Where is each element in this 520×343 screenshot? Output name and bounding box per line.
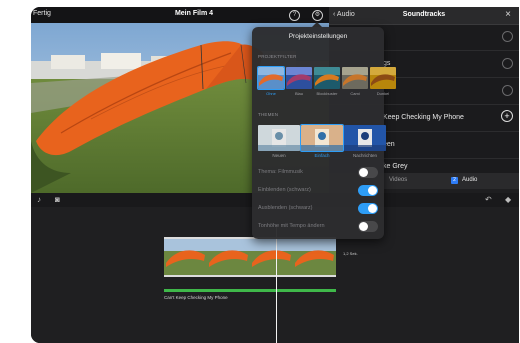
- close-icon[interactable]: ×: [505, 9, 511, 20]
- filter-label: Blockbuster: [316, 91, 338, 96]
- setting-row: Ausblenden (schwarz): [258, 201, 378, 217]
- clip-thumbnail: [164, 239, 207, 275]
- soundtracks-header: ‹ Audio Soundtracks ×: [329, 7, 519, 25]
- setting-row: Einblenden (schwarz): [258, 183, 378, 199]
- clip-duration: 1,2 Sek.: [343, 251, 358, 256]
- chevron-left-icon: ‹: [333, 11, 336, 18]
- theme-label: Einfach: [314, 153, 330, 158]
- ipad-screen: Fertig Mein Film 4 ? ⚙ ‹ Audio Soundtrac…: [31, 7, 519, 343]
- playhead[interactable]: [276, 225, 277, 343]
- setting-toggle[interactable]: [358, 185, 378, 196]
- toggle-knob: [359, 168, 368, 177]
- setting-label: Ausblenden (schwarz): [258, 205, 313, 211]
- soundtrack-title: gs: [383, 60, 391, 67]
- soundtracks-title: Soundtracks: [402, 11, 446, 18]
- tab-audio[interactable]: Audio: [462, 177, 477, 183]
- theme-option[interactable]: [300, 124, 344, 152]
- toggle-knob: [368, 186, 377, 195]
- filter-label: Blau: [294, 91, 303, 96]
- filters-section-label: PROJEKTFILTER: [258, 54, 297, 59]
- soundtrack-title: ke Grey: [383, 163, 408, 170]
- add-circle-icon[interactable]: +: [501, 110, 513, 122]
- camera-icon[interactable]: ◙: [55, 195, 60, 204]
- download-icon[interactable]: [502, 58, 513, 69]
- setting-toggle[interactable]: [358, 221, 378, 232]
- toggle-knob: [368, 204, 377, 213]
- setting-row: Thema: Filmmusik: [258, 165, 378, 181]
- filter-option[interactable]: [370, 67, 396, 89]
- filter-option[interactable]: [342, 67, 368, 89]
- themes-section-label: THEMEN: [258, 112, 279, 117]
- back-label: Audio: [336, 11, 355, 18]
- filter-option[interactable]: [257, 66, 285, 90]
- clip-thumbnail: [250, 239, 293, 275]
- setting-row: Tonhöhe mit Tempo ändern: [258, 219, 378, 235]
- filter-label: Ohne: [266, 91, 276, 96]
- download-icon[interactable]: [502, 31, 513, 42]
- filter-option[interactable]: [314, 67, 340, 89]
- setting-label: Tonhöhe mit Tempo ändern: [258, 223, 325, 229]
- filter-label: Dunkel: [376, 91, 390, 96]
- clip-thumbnail: [293, 239, 336, 275]
- download-icon[interactable]: [502, 85, 513, 96]
- audio-tab-badge: 2: [451, 177, 458, 184]
- microphone-icon[interactable]: ♪: [37, 195, 41, 204]
- tab-videos[interactable]: Videos: [389, 177, 407, 183]
- video-clip[interactable]: [164, 237, 336, 277]
- setting-label: Einblenden (schwarz): [258, 187, 311, 193]
- soundtrack-title: Keep Checking My Phone: [383, 114, 464, 121]
- setting-toggle[interactable]: [358, 203, 378, 214]
- popover-title: Projekteinstellungen: [288, 33, 348, 40]
- project-settings-popover: Projekteinstellungen PROJEKTFILTER Ohne B…: [252, 22, 396, 239]
- theme-label: Neuen: [272, 153, 286, 158]
- audio-track-label: Can't Keep Checking My Phone: [164, 295, 228, 300]
- filter-option[interactable]: [286, 67, 312, 89]
- project-title: Mein Film 4: [174, 10, 214, 17]
- undo-icon[interactable]: ↶: [485, 195, 492, 204]
- audio-track[interactable]: [164, 289, 336, 292]
- setting-label: Thema: Filmmusik: [258, 169, 303, 175]
- gear-icon[interactable]: ⚙: [312, 10, 323, 21]
- filter-label: Cami: [350, 91, 360, 96]
- top-bar: Fertig Mein Film 4 ? ⚙: [31, 7, 329, 23]
- setting-toggle[interactable]: [358, 167, 378, 178]
- toggle-knob: [359, 222, 368, 231]
- theme-option[interactable]: [258, 125, 300, 151]
- clip-thumbnail: [207, 239, 250, 275]
- back-to-audio-button[interactable]: ‹ Audio: [333, 11, 355, 18]
- popover-arrow: [312, 22, 322, 27]
- diamond-icon[interactable]: ◆: [505, 195, 511, 204]
- done-button[interactable]: Fertig: [33, 10, 51, 17]
- theme-option[interactable]: [344, 125, 386, 151]
- theme-label: Nachrichten: [352, 153, 377, 158]
- help-icon[interactable]: ?: [289, 10, 300, 21]
